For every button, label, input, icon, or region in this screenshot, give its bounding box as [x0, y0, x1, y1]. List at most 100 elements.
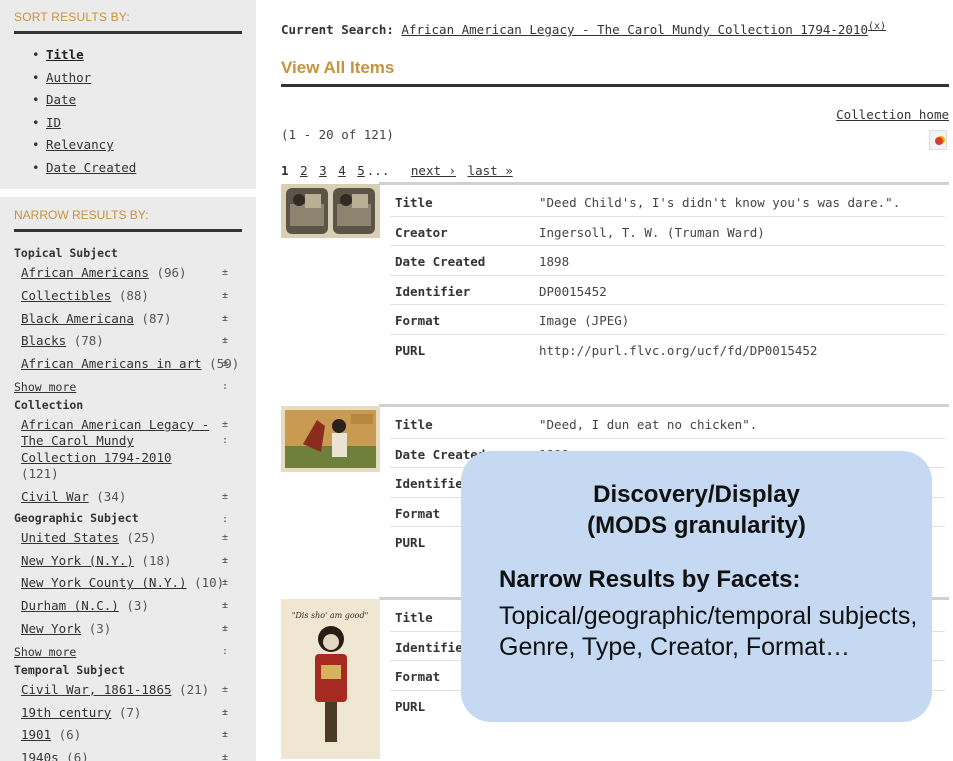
facet-panel: Topical Subject African Americans (96) ± …	[14, 244, 242, 761]
show-more-topical-link[interactable]: Show more	[14, 380, 76, 394]
facet-item: 1940s (6) ± :	[14, 747, 242, 761]
sort-link-author[interactable]: Author	[46, 70, 91, 85]
facet-count: (34)	[96, 488, 127, 504]
field-label: Date Created	[395, 254, 486, 270]
facet-count: (7)	[118, 704, 142, 720]
facet-link[interactable]: 1901	[21, 727, 51, 742]
facet-link[interactable]: African Americans	[21, 265, 149, 280]
sidebar: SORT RESULTS BY: Title Author Date ID Re…	[0, 0, 256, 761]
record-divider	[379, 182, 949, 185]
sort-option-date: Date	[32, 89, 136, 112]
facet-title-collection: Collection	[14, 397, 84, 412]
facet-link[interactable]: Civil War	[21, 489, 89, 504]
facet-item: 19th century (7) ± :	[14, 702, 242, 741]
facet-item: Collectibles (88) ± :	[14, 285, 242, 324]
facet-link[interactable]: Black Americana	[21, 311, 134, 326]
show-more-geographic-link[interactable]: Show more	[14, 645, 76, 659]
facet-count: (78)	[73, 333, 104, 349]
pagination: 1 2 3 4 5... next › last »	[281, 163, 513, 178]
field-value: http://purl.flvc.org/ucf/fd/DP0015452	[539, 342, 818, 358]
facet-item: New York County (N.Y.) (10) ± :	[14, 572, 242, 611]
facet-link[interactable]: United States	[21, 530, 119, 545]
next-page-link[interactable]: next ›	[411, 163, 456, 178]
sort-link-title[interactable]: Title	[46, 47, 84, 62]
callout-heading: Discovery/Display (MODS granularity)	[461, 479, 932, 541]
facet-count: (21)	[179, 681, 210, 697]
field-label: Format	[395, 313, 441, 329]
page-link-2[interactable]: 2	[300, 163, 308, 178]
sidebar-section-gap	[0, 189, 256, 197]
sort-divider	[14, 31, 242, 34]
facet-link[interactable]: 19th century	[21, 705, 111, 720]
field-value: Ingersoll, T. W. (Truman Ward)	[539, 224, 765, 240]
facet-link[interactable]: 1940s	[21, 750, 59, 761]
field-label: PURL	[395, 535, 426, 551]
current-search-label: Current Search:	[281, 22, 394, 38]
page-title: View All Items	[281, 58, 395, 77]
facet-item: 1901 (6) ± :	[14, 724, 242, 761]
facet-add-remove-control[interactable]: ± :	[222, 747, 242, 761]
current-page: 1	[281, 163, 289, 178]
facet-item: African Americans (96) ± :	[14, 262, 242, 301]
facet-title-topical: Topical Subject	[14, 246, 118, 260]
facet-title-temporal: Temporal Subject	[14, 662, 125, 677]
facet-add-remove-control[interactable]: ± :	[222, 417, 229, 450]
page-link-5[interactable]: 5	[357, 163, 365, 178]
sort-option-id: ID	[32, 112, 136, 135]
facet-add-remove-control[interactable]: ± :	[222, 486, 242, 532]
rss-feed-icon[interactable]	[929, 130, 947, 150]
callout-heading-line2: (MODS granularity)	[587, 512, 806, 539]
facet-link[interactable]: African Americans in art	[21, 356, 202, 371]
sort-link-id[interactable]: ID	[46, 115, 61, 130]
page-link-3[interactable]: 3	[319, 163, 327, 178]
field-label: PURL	[395, 698, 426, 714]
callout-body: Topical/geographic/temporal subjects, Ge…	[499, 602, 918, 661]
page-link-4[interactable]: 4	[338, 163, 346, 178]
facet-item: Blacks (78) ± :	[14, 330, 242, 369]
facet-link[interactable]: Durham (N.C.)	[21, 598, 119, 613]
facet-link[interactable]: Civil War, 1861-1865	[21, 682, 172, 697]
facet-link[interactable]: New York (N.Y.)	[21, 553, 134, 568]
current-search-link[interactable]: African American Legacy - The Carol Mund…	[401, 22, 868, 37]
stereograph-thumbnail[interactable]	[281, 184, 380, 238]
field-value: 1898	[539, 254, 570, 270]
sort-link-date-created[interactable]: Date Created	[46, 160, 136, 175]
current-search: Current Search: African American Legacy …	[281, 20, 886, 37]
facet-item: New York (3) ± :	[14, 618, 242, 657]
postcard-thumbnail[interactable]	[281, 406, 380, 472]
sort-link-relevancy[interactable]: Relevancy	[46, 137, 114, 152]
sort-heading: SORT RESULTS BY:	[14, 10, 130, 24]
field-label: Creator	[395, 224, 448, 240]
facet-item: New York (N.Y.) (18) ± :	[14, 550, 242, 589]
facet-link[interactable]: Blacks	[21, 333, 66, 348]
sort-option-author: Author	[32, 67, 136, 90]
last-page-link[interactable]: last »	[468, 163, 513, 178]
facet-add-remove-control[interactable]: ± :	[222, 618, 242, 664]
sort-link-date[interactable]: Date	[46, 92, 76, 107]
field-value: DP0015452	[539, 283, 607, 299]
facet-link[interactable]: African American Legacy - The Carol Mund…	[21, 417, 209, 465]
sort-option-date-created: Date Created	[32, 157, 136, 180]
facet-count: (3)	[126, 598, 149, 614]
fan-thumbnail[interactable]: "Dis sho' am good"	[281, 599, 380, 759]
facet-link[interactable]: Collectibles	[21, 288, 111, 303]
facet-link[interactable]: New York County (N.Y.)	[21, 575, 187, 590]
facet-link[interactable]: New York	[21, 621, 81, 636]
title-divider	[281, 84, 949, 87]
facet-add-remove-control[interactable]: ± :	[222, 353, 242, 399]
field-row: Date Created 1898	[390, 246, 945, 276]
narrow-heading: NARROW RESULTS BY:	[14, 208, 149, 222]
field-row: Format Image (JPEG)	[390, 305, 945, 335]
facet-count: (10)	[194, 575, 225, 591]
field-label: Title	[395, 610, 433, 625]
annotation-callout: Discovery/Display (MODS granularity) Nar…	[461, 451, 932, 722]
field-label: Identifier	[395, 283, 471, 299]
facet-item: Black Americana (87) ± :	[14, 308, 242, 347]
field-row: Identifier DP0015452	[390, 276, 945, 306]
field-label: PURL	[395, 342, 426, 358]
callout-subheading: Narrow Results by Facets:	[499, 566, 801, 593]
facet-count: (96)	[156, 265, 187, 280]
field-label: Format	[395, 669, 441, 685]
remove-filter-link[interactable]: (x)	[868, 21, 886, 32]
collection-home-link[interactable]: Collection home	[836, 107, 949, 122]
